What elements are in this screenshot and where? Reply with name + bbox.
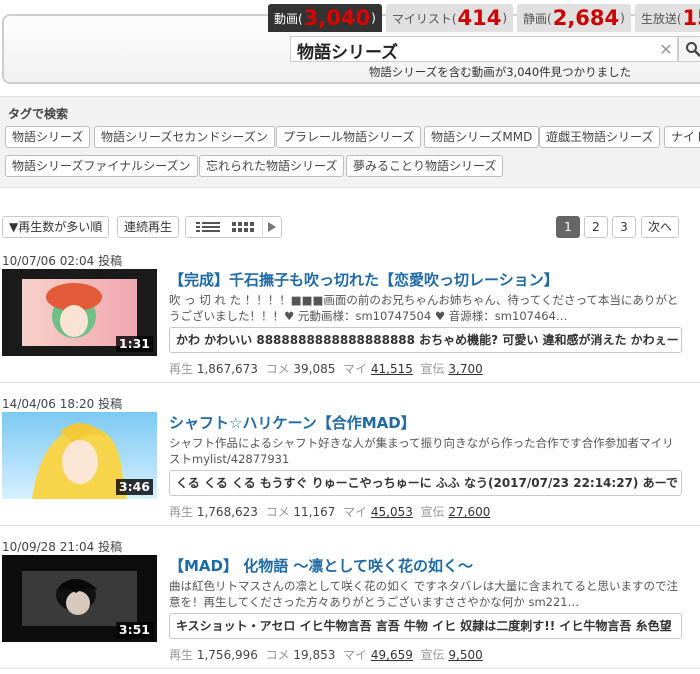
tag-search-heading: タグで検索 (8, 107, 69, 121)
view-count: 1,867,673 (196, 362, 258, 376)
page-3-button[interactable]: 3 (612, 216, 636, 238)
tab-suffix: ) (502, 11, 508, 25)
comment-count: 39,085 (293, 362, 336, 376)
video-description: シャフト作品によるシャフト好きな人が集まって振り向きながら作った合作です合作参加… (169, 436, 674, 466)
view-toggle (185, 216, 282, 238)
video-thumbnail[interactable]: 3:51 (2, 555, 157, 642)
video-title-link[interactable]: 【MAD】 化物語 ～凛として咲く花の如く～ (169, 555, 473, 576)
tag-item[interactable]: 夢みることり物語シリーズ (346, 155, 504, 177)
mylist-label: マイ (343, 648, 368, 662)
tab-count: 3,040 (303, 6, 371, 30)
tab-label: 動画( (274, 11, 303, 26)
tab-mylist[interactable]: マイリスト(414) (385, 4, 514, 32)
ads-label: 宣伝 (420, 362, 445, 376)
tag-item[interactable]: 忘れられた物語シリーズ (199, 155, 345, 177)
video-thumbnail[interactable]: 3:46 (2, 412, 157, 499)
ads-count-link[interactable]: 3,700 (448, 362, 482, 376)
tab-video[interactable]: 動画(3,040) (268, 4, 382, 32)
video-stats: 再生 1,768,623 コメ 11,167 マイ 45,053 宣伝 27,6… (169, 503, 490, 520)
comments-label: コメ (265, 505, 290, 519)
video-duration: 1:31 (115, 336, 153, 352)
video-stats: 再生 1,756,996 コメ 19,853 マイ 49,659 宣伝 9,50… (169, 646, 483, 663)
posted-date: 14/04/06 18:20 投稿 (2, 397, 123, 411)
play-icon[interactable] (268, 222, 276, 232)
search-input[interactable]: 物語シリーズ (290, 36, 678, 63)
tab-count: 15 (682, 6, 700, 30)
tab-label: 生放送( (640, 11, 682, 26)
mylist-count-link[interactable]: 45,053 (371, 505, 413, 519)
mylist-count-link[interactable]: 49,659 (371, 648, 413, 662)
video-thumbnail[interactable]: 1:31 (2, 269, 157, 356)
latest-comments: キスショット・アセロ イヒ牛物言吾 言吾 牛物 イヒ 奴隷は二度刺す!! イヒ牛… (169, 613, 682, 639)
comment-count: 11,167 (293, 505, 336, 519)
tab-image[interactable]: 静画(2,684) (517, 4, 631, 32)
comments-label: コメ (265, 648, 290, 662)
comment-count: 19,853 (293, 648, 336, 662)
view-count: 1,756,996 (196, 648, 258, 662)
tag-item[interactable]: 物語シリーズセカンドシーズン (94, 126, 275, 148)
tab-label: マイリスト( (391, 11, 457, 26)
views-label: 再生 (169, 505, 194, 519)
tag-search-panel: タグで検索 物語シリーズ 物語シリーズセカンドシーズン プラレール物語シリーズ … (0, 96, 700, 188)
search-header: 動画(3,040) マイリスト(414) 静画(2,684) 生放送(15 物語… (0, 0, 700, 96)
ads-label: 宣伝 (420, 505, 445, 519)
latest-comments: かわ かわいい 8888888888888888888 おちゃめ機能? 可愛い … (169, 327, 682, 353)
view-count: 1,768,623 (196, 505, 258, 519)
posted-date: 10/07/06 02:04 投稿 (2, 254, 123, 268)
ads-label: 宣伝 (420, 648, 445, 662)
views-label: 再生 (169, 362, 194, 376)
tag-item[interactable]: 遊戯王物語シリーズ (539, 126, 661, 148)
page-2-button[interactable]: 2 (584, 216, 608, 238)
divider (0, 668, 700, 669)
tag-item[interactable]: 物語シリーズファイナルシーズン (5, 155, 198, 177)
next-page-button[interactable]: 次へ (641, 216, 680, 238)
grid-view-icon[interactable] (232, 222, 254, 233)
ads-count-link[interactable]: 27,600 (448, 505, 490, 519)
search-type-tabs: 動画(3,040) マイリスト(414) 静画(2,684) 生放送(15 (268, 4, 700, 32)
tab-count: 2,684 (552, 6, 620, 30)
tab-live[interactable]: 生放送(15 (634, 4, 700, 32)
comments-label: コメ (265, 362, 290, 376)
divider (0, 382, 700, 383)
tag-item[interactable]: ナイト (664, 126, 700, 148)
video-title-link[interactable]: 【完成】千石撫子も吹っ切れた【恋愛吹っ切レーション】 (169, 269, 559, 290)
divider (262, 217, 263, 237)
video-title-link[interactable]: シャフト☆ハリケーン【合作MAD】 (169, 412, 416, 433)
mylist-label: マイ (343, 362, 368, 376)
divider (0, 525, 700, 526)
clear-icon[interactable]: ✕ (656, 40, 676, 60)
ads-count-link[interactable]: 9,500 (448, 648, 482, 662)
video-stats: 再生 1,867,673 コメ 39,085 マイ 41,515 宣伝 3,70… (169, 360, 483, 377)
latest-comments: くる くる くる もうすぐ りゅーこやっちゅーに ふふ なう(2017/07/2… (169, 470, 682, 496)
video-description: 曲は紅色リトマスさんの凛として咲く花の如く ですネタバレは大量に含まれてると思い… (169, 579, 678, 609)
sort-dropdown[interactable]: ▼再生数が多い順 (2, 216, 110, 238)
mylist-label: マイ (343, 505, 368, 519)
result-summary: 物語シリーズを含む動画が3,040件見つかりました (368, 65, 632, 79)
video-duration: 3:51 (115, 622, 153, 638)
tag-item[interactable]: 物語シリーズMMD (424, 126, 540, 148)
continuous-play-button[interactable]: 連続再生 (117, 216, 180, 238)
tab-suffix: ) (620, 11, 625, 25)
tag-item[interactable]: 物語シリーズ (5, 126, 91, 148)
tab-label: 静画( (523, 11, 552, 26)
list-view-icon[interactable] (196, 222, 220, 233)
mylist-count-link[interactable]: 41,515 (371, 362, 413, 376)
views-label: 再生 (169, 648, 194, 662)
tab-suffix: ) (371, 11, 376, 25)
video-duration: 3:46 (115, 479, 153, 495)
video-description: 吹 っ 切 れ た ！！！！■■■画面の前のお兄ちゃんお姉ちゃん、待ってくださっ… (169, 293, 679, 323)
tag-item[interactable]: プラレール物語シリーズ (276, 126, 422, 148)
posted-date: 10/09/28 21:04 投稿 (2, 540, 123, 554)
tab-count: 414 (457, 6, 502, 30)
search-icon (686, 42, 700, 57)
page-1-button[interactable]: 1 (556, 216, 580, 238)
search-button[interactable] (678, 36, 700, 62)
